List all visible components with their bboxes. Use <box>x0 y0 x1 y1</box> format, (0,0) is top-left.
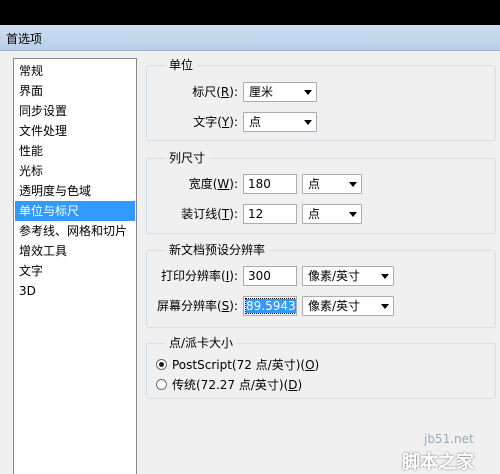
sidebar-item-performance[interactable]: 性能 <box>15 141 135 161</box>
type-label: 文字(Y): <box>193 115 238 129</box>
point-pica-legend: 点/派卡大小 <box>165 335 238 351</box>
sidebar-item-sync[interactable]: 同步设置 <box>15 101 135 121</box>
category-list[interactable]: 常规 界面 同步设置 文件处理 性能 光标 透明度与色域 单位与标尺 参考线、网… <box>13 58 137 474</box>
radio-unselected-icon <box>156 379 167 390</box>
sidebar-item-transparency[interactable]: 透明度与色域 <box>15 181 135 201</box>
screen-resolution-label: 屏幕分辨率(S): <box>156 299 238 313</box>
window-title: 首选项 <box>6 32 43 46</box>
column-size-legend: 列尺寸 <box>165 150 210 166</box>
ruler-label: 标尺(R): <box>192 85 238 99</box>
units-legend: 单位 <box>165 57 198 73</box>
screen-resolution-value: 89.5943 <box>245 298 296 314</box>
sidebar-item-guides-grid[interactable]: 参考线、网格和切片 <box>15 221 135 241</box>
chevron-down-icon <box>381 304 389 309</box>
type-unit-value: 点 <box>249 115 262 129</box>
screen-unit-value: 像素/英寸 <box>308 299 361 313</box>
print-resolution-input[interactable]: 300 <box>243 266 297 286</box>
gutter-input[interactable]: 12 <box>243 204 297 224</box>
sidebar-item-file-handling[interactable]: 文件处理 <box>15 121 135 141</box>
width-label: 宽度(W): <box>188 177 238 191</box>
traditional-radio-label: 传统(72.27 点/英寸)(D) <box>172 378 303 392</box>
screen-resolution-input[interactable]: 89.5943 <box>243 296 297 316</box>
ruler-unit-select[interactable]: 厘米 <box>243 82 317 102</box>
sidebar-item-cursors[interactable]: 光标 <box>15 161 135 181</box>
chevron-down-icon <box>304 90 312 95</box>
print-unit-value: 像素/英寸 <box>308 269 361 283</box>
print-resolution-label: 打印分辨率(I): <box>161 269 238 283</box>
new-doc-legend: 新文档预设分辨率 <box>165 242 270 258</box>
radio-selected-icon <box>156 359 167 370</box>
ruler-unit-value: 厘米 <box>249 85 274 99</box>
width-unit-select[interactable]: 点 <box>302 174 362 194</box>
print-resolution-unit-select[interactable]: 像素/英寸 <box>302 266 394 286</box>
sidebar-item-3d[interactable]: 3D <box>15 281 135 301</box>
chevron-down-icon <box>349 212 357 217</box>
type-unit-select[interactable]: 点 <box>243 112 317 132</box>
gutter-label: 装订线(T): <box>181 207 238 221</box>
chevron-down-icon <box>381 274 389 279</box>
top-black-bar <box>0 0 500 25</box>
postscript-radio-label: PostScript(72 点/英寸)(O) <box>172 358 320 372</box>
sidebar-item-general[interactable]: 常规 <box>15 61 135 81</box>
screen-resolution-unit-select[interactable]: 像素/英寸 <box>302 296 394 316</box>
width-unit-value: 点 <box>308 177 321 191</box>
title-bar: 首选项 <box>0 25 500 51</box>
watermark-brand: 脚本之家 <box>402 452 474 473</box>
sidebar-item-interface[interactable]: 界面 <box>15 81 135 101</box>
chevron-down-icon <box>349 182 357 187</box>
gutter-unit-select[interactable]: 点 <box>302 204 362 224</box>
watermark-url: jb51.net <box>424 432 474 446</box>
sidebar-item-units-rulers[interactable]: 单位与标尺 <box>15 201 135 221</box>
gutter-unit-value: 点 <box>308 207 321 221</box>
sidebar-item-type[interactable]: 文字 <box>15 261 135 281</box>
chevron-down-icon <box>304 120 312 125</box>
sidebar-item-plugins[interactable]: 增效工具 <box>15 241 135 261</box>
width-input[interactable]: 180 <box>243 174 297 194</box>
